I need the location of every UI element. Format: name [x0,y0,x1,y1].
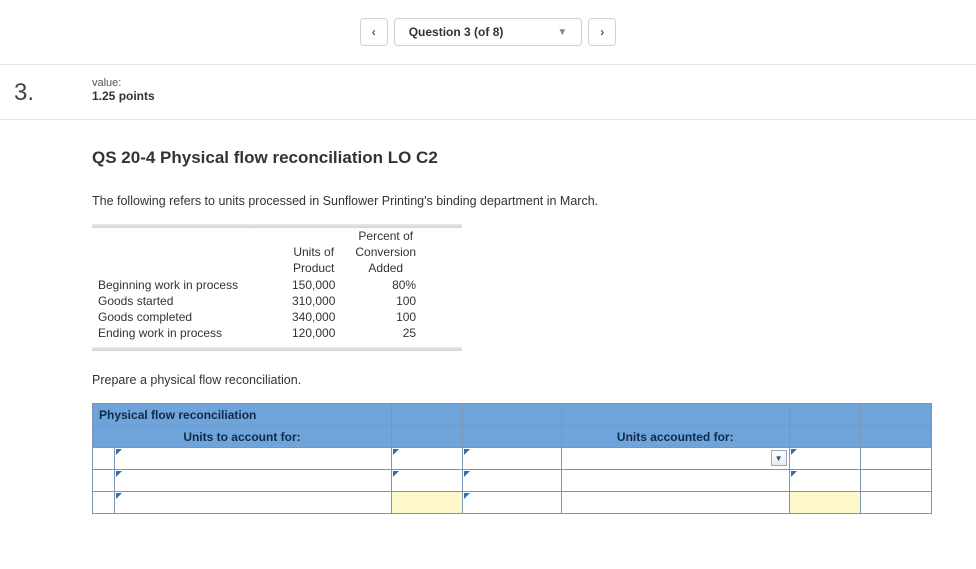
caret-down-icon: ▼ [557,27,567,38]
next-question-button[interactable]: › [588,18,616,46]
table-row: Goods started 310,000 100 [92,293,426,309]
input-cell[interactable] [463,470,562,492]
question-header: 3. value: 1.25 points [0,65,976,120]
dropdown-cell[interactable]: ▼ [561,448,789,470]
right-section-header: Units accounted for: [561,426,789,448]
input-cell[interactable] [860,470,931,492]
input-cell[interactable] [789,448,860,470]
input-cell[interactable] [789,470,860,492]
question-instruction: Prepare a physical flow reconciliation. [92,373,880,387]
total-cell[interactable] [789,492,860,514]
question-intro: The following refers to units processed … [92,194,880,208]
table-row: Ending work in process 120,000 25 [92,325,426,341]
input-cell[interactable] [391,448,462,470]
table-bottom-shade [92,347,462,351]
caret-down-icon: ▼ [771,450,787,466]
chevron-right-icon: › [600,25,604,39]
table-row: Beginning work in process 150,000 80% [92,277,426,293]
col-pct-header: Percent ofConversionAdded [345,228,426,277]
input-cell[interactable] [114,448,391,470]
input-cell[interactable] [860,448,931,470]
table-row: Goods completed 340,000 100 [92,309,426,325]
input-cell[interactable] [114,470,391,492]
data-table: Units ofProduct Percent ofConversionAdde… [92,228,426,341]
question-nav: ‹ Question 3 (of 8) ▼ › [0,0,976,65]
input-cell[interactable] [860,492,931,514]
total-cell[interactable] [391,492,462,514]
question-selector-label: Question 3 (of 8) [409,25,504,39]
question-content: QS 20-4 Physical flow reconciliation LO … [0,120,880,514]
prev-question-button[interactable]: ‹ [360,18,388,46]
col-units-header: Units ofProduct [282,228,345,277]
chevron-left-icon: ‹ [372,25,376,39]
question-number: 3. [0,77,92,107]
question-selector-dropdown[interactable]: Question 3 (of 8) ▼ [394,18,583,46]
answer-area: Physical flow reconciliation Units to ac… [92,403,932,514]
input-cell[interactable] [463,448,562,470]
answer-main-header: Physical flow reconciliation [93,404,392,426]
input-cell[interactable] [114,492,391,514]
points-value: 1.25 points [92,89,155,103]
question-title: QS 20-4 Physical flow reconciliation LO … [92,148,880,168]
left-section-header: Units to account for: [93,426,392,448]
answer-table: Physical flow reconciliation Units to ac… [92,403,932,514]
input-cell[interactable] [561,470,789,492]
input-cell[interactable] [391,470,462,492]
input-cell[interactable] [561,492,789,514]
value-label: value: [92,77,155,89]
input-cell[interactable] [463,492,562,514]
